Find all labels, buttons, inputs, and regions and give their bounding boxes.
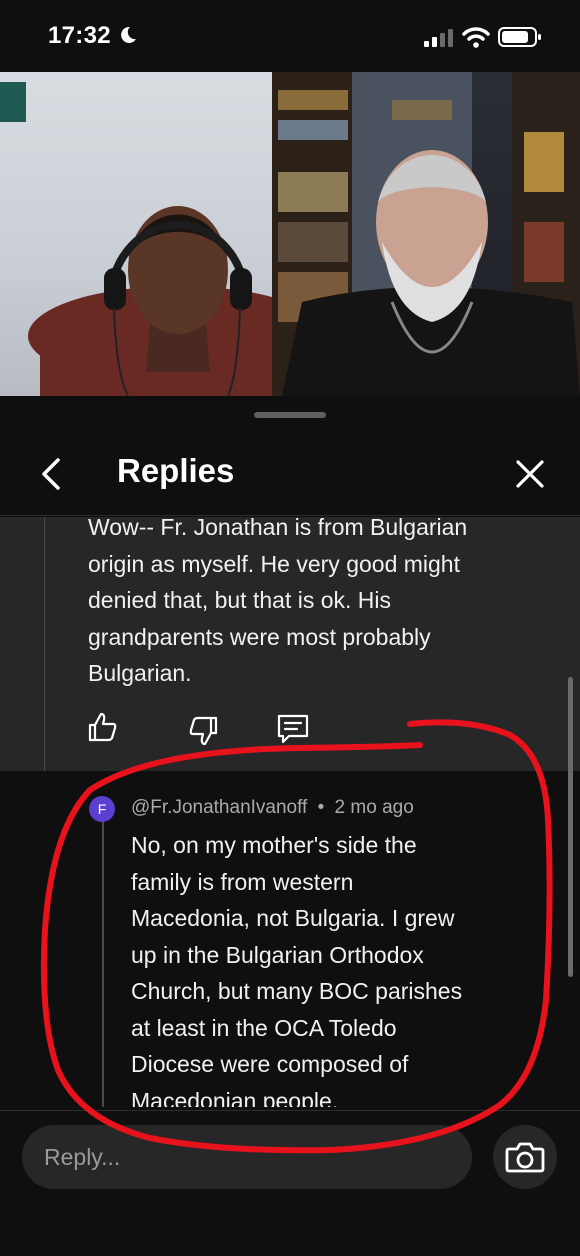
reply-line: Church, but many BOC parishes xyxy=(131,978,463,1004)
comment-line: denied that, but that is ok. His xyxy=(88,587,392,613)
scrollbar[interactable] xyxy=(568,677,573,977)
camera-icon xyxy=(505,1142,545,1173)
reply-line: at least in the OCA Toledo xyxy=(131,1014,397,1041)
battery-icon xyxy=(498,27,541,47)
replies-header: Replies xyxy=(0,432,580,516)
thumbs-down-icon[interactable] xyxy=(186,713,222,749)
sheet-grabber[interactable] xyxy=(254,412,326,418)
chevron-left-icon[interactable] xyxy=(30,452,74,496)
reply-meta: @Fr.JonathanIvanoff • 2 mo ago xyxy=(131,797,414,819)
reply-author[interactable]: @Fr.JonathanIvanoff xyxy=(131,797,307,818)
meta-separator: • xyxy=(317,797,325,818)
reply-thread-line xyxy=(102,801,104,1107)
parent-comment-text: Wow-- Fr. Jonathan is from Bulgarian ori… xyxy=(88,517,538,692)
signal-icon xyxy=(424,29,453,47)
video-frame-right xyxy=(272,72,580,396)
reply-text: No, on my mother's side the family is fr… xyxy=(131,827,531,1107)
comment-line: origin as myself. He very good might xyxy=(88,550,460,577)
comment-line: grandparents were most probably xyxy=(88,623,431,650)
close-icon[interactable] xyxy=(508,452,552,496)
reply-line: No, on my mother's side the xyxy=(131,832,417,858)
parent-comment: Wow-- Fr. Jonathan is from Bulgarian ori… xyxy=(0,517,580,807)
reply-line: family is from western xyxy=(131,868,354,895)
reply-line: Diocese were composed of xyxy=(131,1051,409,1077)
reply-input[interactable] xyxy=(22,1125,472,1189)
reply-icon[interactable] xyxy=(275,711,311,747)
reply-time: 2 mo ago xyxy=(334,797,414,818)
moon-icon xyxy=(121,26,136,43)
replies-sheet: Replies Wow-- Fr. Jonathan is from Bulga… xyxy=(0,396,580,1256)
video-frame-left xyxy=(0,72,328,396)
thread-connector xyxy=(44,517,68,807)
host-illustration xyxy=(272,72,580,396)
wifi-icon xyxy=(462,27,490,48)
reply-line: up in the Bulgarian Orthodox xyxy=(131,941,424,968)
comment-line: Wow-- Fr. Jonathan is from Bulgarian xyxy=(88,517,468,540)
comment-line: Bulgarian. xyxy=(88,660,192,686)
page-title: Replies xyxy=(117,452,235,489)
status-time: 17:32 xyxy=(48,22,111,49)
camera-button[interactable] xyxy=(493,1125,557,1189)
reply-line: Macedonian people. xyxy=(131,1087,339,1108)
guest-illustration xyxy=(0,82,328,396)
reply-line: Macedonia, not Bulgaria. I grew xyxy=(131,905,455,931)
avatar[interactable]: F xyxy=(89,796,115,822)
reply-composer xyxy=(0,1110,580,1256)
reply-comment: F @Fr.JonathanIvanoff • 2 mo ago No, on … xyxy=(0,771,580,1107)
status-bar: 17:32 xyxy=(0,0,580,72)
replies-list[interactable]: Wow-- Fr. Jonathan is from Bulgarian ori… xyxy=(0,517,580,1107)
video-player[interactable] xyxy=(0,72,580,396)
thumbs-up-icon[interactable] xyxy=(84,709,120,745)
